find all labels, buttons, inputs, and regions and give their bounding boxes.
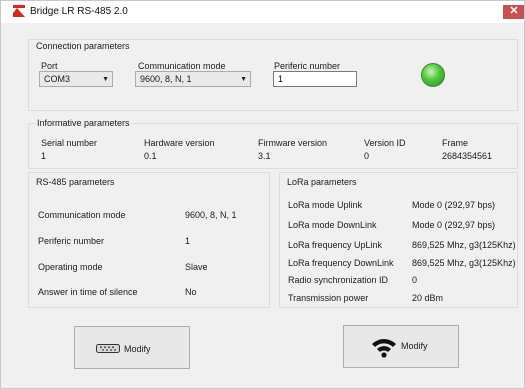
chevron-down-icon: ▼ xyxy=(102,76,109,83)
lora-row-value: Mode 0 (292,97 bps) xyxy=(412,220,496,230)
rs485-row-label: Periferic number xyxy=(38,236,105,246)
lora-row-value: 20 dBm xyxy=(412,293,444,303)
chevron-down-icon: ▼ xyxy=(240,76,247,83)
port-label: Port xyxy=(41,61,58,71)
firmware-version-value: 3.1 xyxy=(258,151,271,161)
serial-number-value: 1 xyxy=(41,151,47,161)
lora-row-value: 869,525 Mhz, g3(125Khz) xyxy=(412,258,516,268)
lora-modify-button[interactable]: Modify xyxy=(343,325,459,368)
wifi-icon xyxy=(372,339,396,358)
port-select-value: COM3 xyxy=(44,74,71,84)
connection-parameters-title: Connection parameters xyxy=(36,41,130,51)
connection-status-indicator xyxy=(421,63,445,87)
lora-row-value: 0 xyxy=(412,275,418,285)
frame-value: 2684354561 xyxy=(442,151,493,161)
title-bar[interactable]: Bridge LR RS-485 2.0 ✕ xyxy=(1,1,524,23)
periferic-number-input[interactable] xyxy=(273,71,357,87)
rs485-row-label: Communication mode xyxy=(38,210,126,220)
rs485-modify-button[interactable]: Modify xyxy=(74,326,190,369)
rs485-row-value: Slave xyxy=(185,262,208,272)
lora-row-label: LoRa mode DownLink xyxy=(288,220,377,230)
lora-row-label: Transmission power xyxy=(288,293,369,303)
app-logo-icon xyxy=(13,5,25,17)
communication-mode-select-value: 9600, 8, N, 1 xyxy=(140,74,192,84)
rs485-parameters-title: RS-485 parameters xyxy=(36,177,115,187)
informative-parameters-title: Informative parameters xyxy=(36,118,131,128)
rs485-row-label: Operating mode xyxy=(38,262,103,272)
window-title: Bridge LR RS-485 2.0 xyxy=(30,6,128,17)
close-button[interactable]: ✕ xyxy=(503,5,524,19)
rs485-row-label: Answer in time of silence xyxy=(38,287,138,297)
serial-port-icon xyxy=(96,344,120,353)
lora-row-value: 869,525 Mhz, g3(125Khz) xyxy=(412,240,516,250)
periferic-number-label: Periferic number xyxy=(274,61,341,71)
lora-row-label: LoRa frequency DownLink xyxy=(288,258,394,268)
lora-row-label: Radio synchronization ID xyxy=(288,275,389,285)
hardware-version-label: Hardware version xyxy=(144,138,215,148)
lora-parameters-title: LoRa parameters xyxy=(287,177,357,187)
rs485-row-value: 1 xyxy=(185,236,191,246)
rs485-modify-label: Modify xyxy=(124,344,151,354)
lora-row-label: LoRa mode Uplink xyxy=(288,200,363,210)
lora-row-value: Mode 0 (292,97 bps) xyxy=(412,200,496,210)
rs485-row-value: No xyxy=(185,287,197,297)
communication-mode-select[interactable]: 9600, 8, N, 1 ▼ xyxy=(135,71,251,87)
rs485-row-value: 9600, 8, N, 1 xyxy=(185,210,237,220)
serial-number-label: Serial number xyxy=(41,138,98,148)
main-window: Bridge LR RS-485 2.0 ✕ Connection parame… xyxy=(0,0,525,389)
firmware-version-label: Firmware version xyxy=(258,138,328,148)
communication-mode-label: Communication mode xyxy=(138,61,226,71)
lora-row-label: LoRa frequency UpLink xyxy=(288,240,383,250)
port-select[interactable]: COM3 ▼ xyxy=(39,71,113,87)
version-id-label: Version ID xyxy=(364,138,406,148)
version-id-value: 0 xyxy=(364,151,370,161)
hardware-version-value: 0.1 xyxy=(144,151,157,161)
frame-label: Frame xyxy=(442,138,469,148)
lora-modify-label: Modify xyxy=(401,341,428,351)
